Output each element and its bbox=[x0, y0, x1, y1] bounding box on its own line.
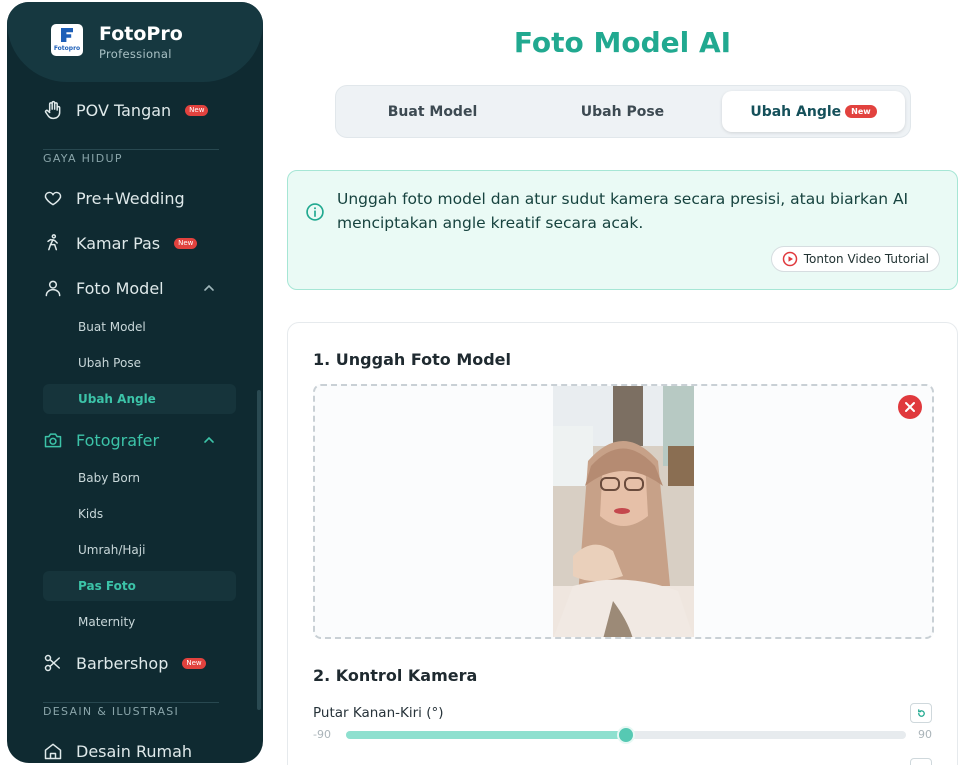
close-icon bbox=[905, 402, 915, 412]
section-desain-ilustrasi: DESAIN & ILUSTRASI bbox=[43, 705, 180, 718]
tab-ubah-angle[interactable]: Ubah Angle New bbox=[722, 91, 905, 132]
divider bbox=[43, 149, 219, 150]
new-badge: New bbox=[174, 237, 198, 249]
page-title: Foto Model AI bbox=[513, 26, 732, 59]
sidebar-subitem-buat-model[interactable]: Buat Model bbox=[43, 312, 236, 342]
sidebar-item-label: Kamar Pas bbox=[76, 233, 161, 253]
brand-header: Fotopro FotoPro Professional bbox=[7, 2, 263, 82]
chevron-up-icon[interactable] bbox=[203, 434, 215, 446]
heart-icon bbox=[43, 188, 63, 208]
sidebar-item-desain-rumah[interactable]: Desain Rumah bbox=[43, 736, 192, 763]
sidebar-item-label: Pre+Wedding bbox=[76, 188, 185, 208]
section-gaya-hidup: GAYA HIDUP bbox=[43, 152, 123, 165]
sidebar-subitem-pas-foto[interactable]: Pas Foto bbox=[43, 571, 236, 601]
slider-fill bbox=[346, 731, 626, 739]
chevron-up-icon[interactable] bbox=[203, 282, 215, 294]
sidebar-item-barbershop[interactable]: Barbershop New bbox=[43, 648, 206, 678]
sidebar-item-label: Fotografer bbox=[76, 430, 160, 450]
tab-ubah-pose[interactable]: Ubah Pose bbox=[531, 91, 714, 132]
uploaded-photo bbox=[553, 386, 694, 637]
tab-buat-model[interactable]: Buat Model bbox=[341, 91, 524, 132]
sidebar-item-label: Barbershop bbox=[76, 653, 169, 673]
sidebar-scrollbar[interactable] bbox=[257, 390, 261, 710]
camera-heading: 2. Kontrol Kamera bbox=[313, 666, 478, 685]
tab-label: Ubah Angle bbox=[750, 103, 842, 120]
sidebar-subitem-maternity[interactable]: Maternity bbox=[43, 607, 236, 637]
sidebar-subitem-baby-born[interactable]: Baby Born bbox=[43, 463, 236, 493]
reset-button[interactable] bbox=[910, 703, 932, 723]
sidebar-item-label: Desain Rumah bbox=[76, 741, 193, 761]
sidebar-item-label: Foto Model bbox=[76, 278, 164, 298]
slider-min: -90 bbox=[313, 728, 331, 741]
upload-card: 1. Unggah Foto Model 2. Kontrol Kamera P… bbox=[287, 322, 958, 765]
reset-button-2[interactable] bbox=[910, 758, 932, 765]
scissors-icon bbox=[43, 653, 63, 673]
home-icon bbox=[43, 741, 63, 761]
play-icon bbox=[782, 251, 797, 267]
new-badge: New bbox=[185, 104, 209, 116]
info-box: Unggah foto model dan atur sudut kamera … bbox=[287, 170, 958, 290]
divider bbox=[43, 702, 219, 703]
logo-text: Fotopro bbox=[53, 45, 81, 52]
new-badge: New bbox=[845, 105, 877, 118]
fitting-icon bbox=[43, 233, 63, 253]
new-badge: New bbox=[182, 657, 206, 669]
info-text: Unggah foto model dan atur sudut kamera … bbox=[337, 190, 909, 232]
camera-icon bbox=[43, 430, 63, 450]
tutorial-label: Tonton Video Tutorial bbox=[803, 252, 929, 266]
sidebar-item-label: POV Tangan bbox=[76, 100, 172, 120]
sidebar: Fotopro FotoPro Professional POV Tangan … bbox=[7, 2, 263, 763]
upload-heading: 1. Unggah Foto Model bbox=[313, 350, 512, 369]
sidebar-item-pov-tangan[interactable]: POV Tangan New bbox=[43, 95, 209, 125]
slider-label: Putar Kanan-Kiri (°) bbox=[313, 705, 444, 721]
tutorial-button[interactable]: Tonton Video Tutorial bbox=[770, 246, 940, 272]
user-icon bbox=[43, 278, 63, 298]
rotation-slider[interactable] bbox=[346, 726, 906, 744]
brand-subtitle: Professional bbox=[99, 47, 172, 61]
mode-tabs: Buat Model Ubah Pose Ubah Angle New bbox=[335, 85, 911, 138]
sidebar-subitem-kids[interactable]: Kids bbox=[43, 499, 236, 529]
upload-dropzone[interactable] bbox=[313, 384, 934, 639]
sidebar-subitem-ubah-angle[interactable]: Ubah Angle bbox=[43, 384, 236, 414]
remove-photo-button[interactable] bbox=[898, 395, 922, 419]
sidebar-item-prewedding[interactable]: Pre+Wedding bbox=[43, 183, 185, 213]
sidebar-item-foto-model[interactable]: Foto Model bbox=[43, 273, 164, 303]
sidebar-item-fotografer[interactable]: Fotografer bbox=[43, 425, 159, 455]
hand-icon bbox=[43, 100, 63, 120]
reset-icon bbox=[917, 708, 925, 717]
sidebar-subitem-umrah-haji[interactable]: Umrah/Haji bbox=[43, 535, 236, 565]
slider-thumb[interactable] bbox=[617, 726, 635, 744]
sidebar-subitem-ubah-pose[interactable]: Ubah Pose bbox=[43, 348, 236, 378]
brand-logo: Fotopro bbox=[51, 24, 83, 56]
brand-name: FotoPro bbox=[99, 23, 183, 45]
sidebar-item-kamar-pas[interactable]: Kamar Pas New bbox=[43, 228, 198, 258]
info-icon bbox=[306, 203, 324, 221]
slider-max: 90 bbox=[918, 728, 932, 741]
